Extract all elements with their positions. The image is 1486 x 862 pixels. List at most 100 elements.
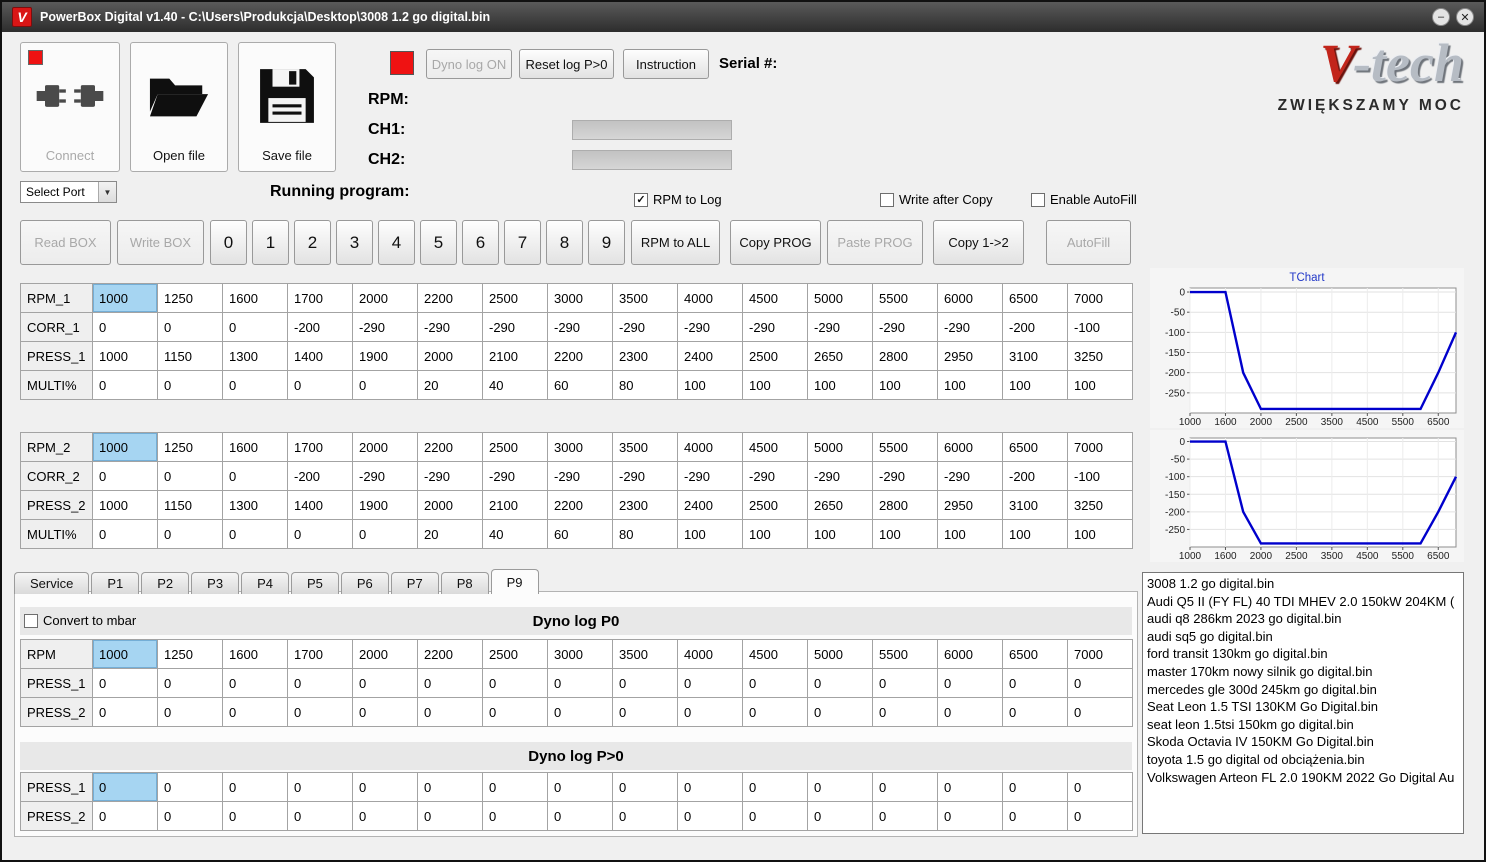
table-cell[interactable]: 0: [353, 669, 418, 698]
table-cell[interactable]: 0: [158, 462, 223, 491]
table-cell[interactable]: 0: [1003, 698, 1068, 727]
table-cell[interactable]: 0: [678, 669, 743, 698]
table-cell[interactable]: 0: [938, 698, 1003, 727]
table-cell[interactable]: 3500: [613, 433, 678, 462]
table-cell[interactable]: 0: [1068, 698, 1133, 727]
table-cell[interactable]: 2500: [483, 433, 548, 462]
table-cell[interactable]: -290: [483, 462, 548, 491]
table-cell[interactable]: 20: [418, 371, 483, 400]
table-cell[interactable]: 0: [158, 698, 223, 727]
table-cell[interactable]: 0: [938, 802, 1003, 831]
table-cell[interactable]: 0: [483, 773, 548, 802]
table-cell[interactable]: -290: [743, 462, 808, 491]
table-cell[interactable]: 0: [1003, 773, 1068, 802]
table-cell[interactable]: 6000: [938, 284, 1003, 313]
table-cell[interactable]: 5500: [873, 284, 938, 313]
table-cell[interactable]: 1600: [223, 433, 288, 462]
table-cell[interactable]: -290: [418, 462, 483, 491]
table-cell[interactable]: 1250: [158, 284, 223, 313]
table-cell[interactable]: 0: [353, 698, 418, 727]
table-cell[interactable]: 0: [93, 520, 158, 549]
table-cell[interactable]: 3100: [1003, 491, 1068, 520]
table-cell[interactable]: 0: [483, 802, 548, 831]
table-cell[interactable]: 2000: [353, 433, 418, 462]
table-cell[interactable]: 1000: [93, 284, 158, 313]
table-cell[interactable]: 2950: [938, 342, 1003, 371]
write-box-button[interactable]: Write BOX: [117, 220, 204, 265]
tab-p9[interactable]: P9: [490, 569, 539, 594]
table-cell[interactable]: 100: [873, 520, 938, 549]
file-list-item[interactable]: 3008 1.2 go digital.bin: [1147, 575, 1459, 593]
digit-9-button[interactable]: 9: [588, 220, 625, 265]
tab-service[interactable]: Service: [14, 572, 90, 594]
table-cell[interactable]: 5000: [808, 640, 873, 669]
table-cell[interactable]: 3500: [613, 284, 678, 313]
table-cell[interactable]: 0: [418, 773, 483, 802]
table-cell[interactable]: 0: [873, 773, 938, 802]
table-cell[interactable]: 2000: [353, 284, 418, 313]
table-cell[interactable]: -290: [873, 462, 938, 491]
table-cell[interactable]: 0: [223, 313, 288, 342]
table-cell[interactable]: 0: [743, 773, 808, 802]
table-cell[interactable]: -290: [548, 313, 613, 342]
checkbox-box[interactable]: [24, 613, 38, 628]
reset-log-button[interactable]: Reset log P>0: [519, 49, 614, 79]
minimize-button[interactable]: –: [1432, 8, 1450, 26]
table-cell[interactable]: 2200: [418, 284, 483, 313]
table-cell[interactable]: -290: [743, 313, 808, 342]
table-cell[interactable]: -290: [353, 313, 418, 342]
table-cell[interactable]: 0: [613, 698, 678, 727]
table-cell[interactable]: 0: [1068, 773, 1133, 802]
table-cell[interactable]: -290: [613, 313, 678, 342]
rpm-to-log-checkbox[interactable]: ✓ RPM to Log: [634, 192, 722, 207]
tab-p2[interactable]: P2: [141, 572, 190, 594]
tab-p5[interactable]: P5: [290, 572, 339, 594]
table-cell[interactable]: 0: [743, 802, 808, 831]
table-cell[interactable]: 0: [223, 520, 288, 549]
table-cell[interactable]: 100: [938, 371, 1003, 400]
titlebar[interactable]: V PowerBox Digital v1.40 - C:\Users\Prod…: [2, 2, 1484, 32]
table-cell[interactable]: 0: [678, 802, 743, 831]
table-cell[interactable]: 0: [288, 520, 353, 549]
convert-to-mbar-checkbox[interactable]: Convert to mbar: [24, 613, 136, 628]
table-cell[interactable]: 100: [743, 520, 808, 549]
table-cell[interactable]: 80: [613, 520, 678, 549]
table-cell[interactable]: 1150: [158, 491, 223, 520]
table-cell[interactable]: 1000: [93, 640, 158, 669]
table-cell[interactable]: 1250: [158, 433, 223, 462]
table-cell[interactable]: 2000: [418, 491, 483, 520]
table-cell[interactable]: 0: [93, 313, 158, 342]
table-cell[interactable]: 3000: [548, 284, 613, 313]
table-cell[interactable]: 100: [873, 371, 938, 400]
dyno-log-on-button[interactable]: Dyno log ON: [426, 49, 512, 79]
table-cell[interactable]: 1700: [288, 284, 353, 313]
paste-prog-button[interactable]: Paste PROG: [827, 220, 923, 265]
table-cell[interactable]: 0: [808, 773, 873, 802]
table-cell[interactable]: 0: [223, 773, 288, 802]
file-list-item[interactable]: Seat Leon 1.5 TSI 130KM Go Digital.bin: [1147, 698, 1459, 716]
table-cell[interactable]: 100: [1068, 520, 1133, 549]
table-cell[interactable]: 2000: [418, 342, 483, 371]
checkbox-box[interactable]: ✓: [634, 192, 648, 207]
table-cell[interactable]: 0: [613, 802, 678, 831]
table-cell[interactable]: 6500: [1003, 284, 1068, 313]
digit-5-button[interactable]: 5: [420, 220, 457, 265]
table-cell[interactable]: 0: [158, 802, 223, 831]
enable-autofill-checkbox[interactable]: Enable AutoFill: [1031, 192, 1137, 207]
table-cell[interactable]: 0: [1003, 669, 1068, 698]
table-cell[interactable]: -200: [1003, 462, 1068, 491]
table-cell[interactable]: 0: [353, 802, 418, 831]
file-list-item[interactable]: ford transit 130km go digital.bin: [1147, 645, 1459, 663]
instruction-button[interactable]: Instruction: [623, 49, 709, 79]
table-cell[interactable]: -290: [483, 313, 548, 342]
table-cell[interactable]: -200: [1003, 313, 1068, 342]
table-cell[interactable]: 1700: [288, 433, 353, 462]
table-cell[interactable]: 0: [678, 698, 743, 727]
table-cell[interactable]: 0: [223, 802, 288, 831]
table-cell[interactable]: 2400: [678, 491, 743, 520]
table-cell[interactable]: -290: [678, 462, 743, 491]
checkbox-box[interactable]: [880, 192, 894, 207]
table-cell[interactable]: 6500: [1003, 640, 1068, 669]
chevron-down-icon[interactable]: ▼: [98, 182, 116, 202]
table-cell[interactable]: 1600: [223, 640, 288, 669]
